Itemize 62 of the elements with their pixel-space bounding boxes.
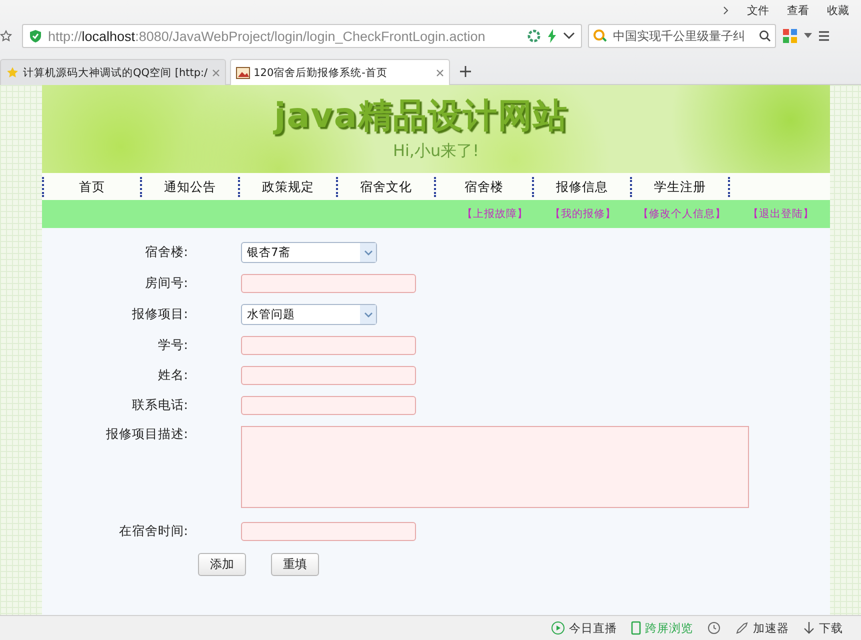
search-icon[interactable] [759,30,771,42]
refresh-icon[interactable] [527,29,541,43]
nav-link[interactable]: 学生注册 [630,176,730,196]
nav-link[interactable]: 宿舍文化 [336,176,434,196]
chevron-down-icon [364,312,372,318]
browser-tab[interactable]: 计算机源码大神调试的QQ空间 [http:/ [0,59,226,85]
close-icon[interactable] [436,68,444,76]
shield-icon [29,29,42,43]
input-field[interactable] [241,336,416,355]
tab-label: 120宿舍后勤报修系统-首页 [254,66,388,80]
form-button[interactable]: 添加 [198,553,246,576]
field-label: 报修项目描述: [104,426,189,443]
banner-subtitle: Hi,小u来了! [392,141,480,162]
phone-icon [631,621,641,635]
nav-link[interactable]: 报修信息 [532,176,630,196]
menu-item[interactable]: 文件 [747,2,769,18]
site-title: java精品设计网站 [274,95,568,138]
tab-label: 计算机源码大神调试的QQ空间 [http:/ [23,66,208,80]
search-engine-icon[interactable] [593,29,609,43]
address-bar[interactable]: http://localhost:8080/JavaWebProject/login/login_CheckFrontLogin.action [22,24,582,48]
menu-item[interactable]: 查看 [787,2,809,18]
field-label: 宿舍楼: [144,244,189,261]
star-icon[interactable] [0,30,12,42]
clock-icon[interactable] [707,621,721,635]
chevron-down-icon[interactable] [563,32,575,40]
field-label: 联系电话: [130,397,189,414]
menu-item[interactable]: 收藏 [827,2,849,18]
input-field[interactable] [241,366,416,385]
nav-link[interactable]: 政策规定 [238,176,336,196]
caret-icon[interactable] [804,33,812,39]
star-icon [6,66,19,79]
close-icon[interactable] [212,68,220,76]
status-item[interactable]: 加速器 [735,620,789,636]
input-field[interactable] [241,522,416,541]
chevron-icon[interactable] [723,6,729,14]
apps-icon[interactable] [782,28,798,44]
url-text: http://localhost:8080/JavaWebProject/login/login_CheckFrontLogin.action [48,28,486,44]
form-button[interactable]: 重填 [271,553,319,576]
select-field[interactable]: 水管问题 [241,304,377,325]
textarea-field[interactable] [241,426,749,508]
picture-icon [236,66,250,78]
field-label: 在宿舍时间: [118,523,189,540]
nav-link[interactable]: 通知公告 [140,176,238,196]
lightning-icon[interactable] [547,29,557,43]
chevron-down-icon [364,250,372,256]
new-tab-icon[interactable] [460,66,471,77]
menu-icon[interactable] [818,30,830,42]
nav-link[interactable]: 宿舍楼 [434,176,532,196]
status-item[interactable]: 下载 [803,620,843,636]
field-label: 姓名: [156,367,189,384]
nav-link[interactable]: 首页 [42,176,140,196]
field-label: 报修项目: [130,306,189,323]
input-field[interactable] [241,274,416,293]
search-field[interactable]: 中国实现千公里级量子纠 [588,24,776,48]
field-label: 房间号: [144,275,189,292]
select-field[interactable]: 银杏7斋 [241,242,377,263]
status-item[interactable]: 今日直播 [551,620,617,636]
field-label: 学号: [156,337,189,354]
browser-tab[interactable]: 120宿舍后勤报修系统-首页 [230,59,450,85]
input-field[interactable] [241,396,416,415]
play-icon [551,621,565,635]
download-icon [803,621,815,635]
